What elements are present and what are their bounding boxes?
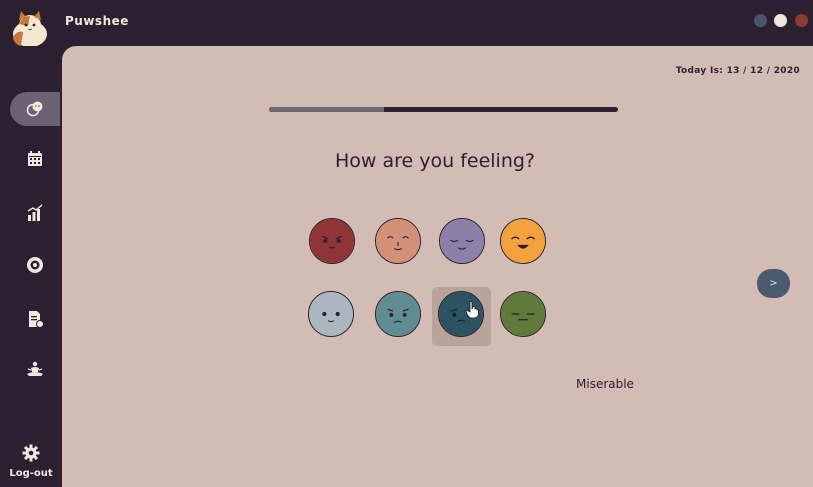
sad-face-icon — [376, 292, 420, 336]
logout-button[interactable]: Log-out — [0, 444, 62, 479]
angry-face-icon — [310, 219, 354, 263]
shy-face-icon — [376, 219, 420, 263]
sidebar-item-calendar[interactable] — [10, 142, 60, 176]
sidebar-item-mood[interactable] — [10, 92, 60, 126]
selected-mood-label: Miserable — [576, 377, 634, 391]
progress-bar — [269, 107, 618, 112]
app-title: Puwshee — [65, 14, 129, 28]
main-panel: Today Is: 13 / 12 / 2020 How are you fee… — [62, 46, 813, 487]
mood-neutral-button[interactable] — [308, 291, 354, 337]
hand-pointer-icon — [465, 301, 479, 319]
today-date: Today Is: 13 / 12 / 2020 — [675, 66, 800, 76]
mood-sad-button[interactable] — [375, 291, 421, 337]
mood-angry-button[interactable] — [309, 218, 355, 264]
cat-logo-icon — [13, 11, 47, 47]
calm-face-icon — [440, 219, 484, 263]
question-heading: How are you feeling? — [334, 150, 536, 172]
neutral-face-icon — [309, 292, 353, 336]
minimize-button[interactable] — [754, 14, 767, 27]
mood-calm-button[interactable] — [439, 218, 485, 264]
sidebar-item-stats[interactable] — [10, 196, 60, 230]
logout-label: Log-out — [9, 468, 53, 479]
progress-fill — [269, 107, 385, 112]
report-icon — [29, 311, 44, 328]
sidebar-item-report[interactable] — [10, 302, 60, 336]
mood-sick-button[interactable] — [500, 291, 546, 337]
maximize-button[interactable] — [774, 14, 787, 27]
gear-icon — [22, 444, 40, 462]
close-button[interactable] — [795, 14, 808, 27]
sick-face-icon — [501, 292, 545, 336]
title-bar: Puwshee — [0, 0, 813, 47]
record-icon — [27, 257, 43, 273]
sidebar-item-record[interactable] — [10, 248, 60, 282]
sidebar: Log-out — [0, 46, 62, 487]
mood-icon — [26, 101, 43, 117]
calendar-icon — [28, 151, 42, 166]
sidebar-item-meditation[interactable] — [10, 352, 60, 386]
happy-face-icon — [501, 219, 545, 263]
next-button[interactable]: > — [757, 269, 790, 298]
mood-happy-button[interactable] — [500, 218, 546, 264]
meditation-icon — [27, 361, 43, 376]
mood-shy-button[interactable] — [375, 218, 421, 264]
stats-icon — [27, 204, 43, 221]
